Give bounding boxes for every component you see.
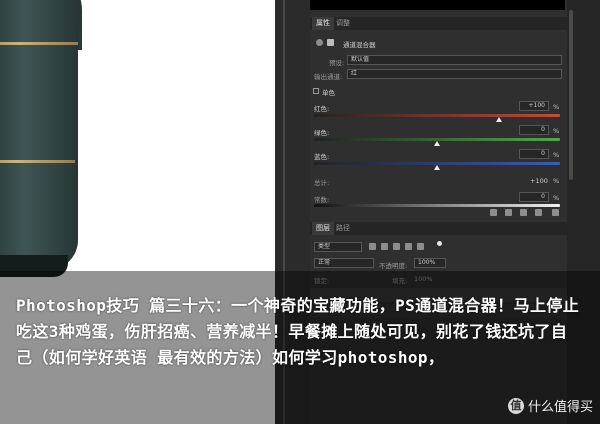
constant-label: 常数: [314, 196, 330, 204]
scrollbar-thumb[interactable] [569, 10, 573, 180]
monochrome-checkbox[interactable] [313, 88, 319, 94]
gold-trim-top [0, 42, 78, 45]
clip-to-layer-icon[interactable] [490, 209, 497, 216]
article-title-caption: Photoshop技巧 篇三十六：一个神奇的宝藏功能，PS通道混合器！马上停止吃… [16, 296, 580, 367]
red-label: 红色: [314, 105, 330, 113]
total-pct: % [553, 177, 560, 185]
watermark-text: 什么值得买 [528, 400, 594, 415]
output-channel-select[interactable]: 红 [347, 69, 562, 79]
red-slider-thumb[interactable] [496, 117, 502, 122]
green-value-field[interactable]: 0 [519, 125, 549, 135]
opacity-label: 不透明度: [379, 262, 408, 270]
preset-label: 预设: [329, 59, 345, 67]
opacity-field[interactable]: 100% [414, 258, 446, 268]
filter-toggle-icon[interactable] [437, 241, 442, 246]
blend-mode-select[interactable]: 正常 [314, 258, 374, 268]
output-channel-label: 输出通道: [314, 73, 343, 81]
gold-trim-bottom [0, 160, 75, 163]
red-pct: % [553, 103, 560, 111]
layer-filter-value: 类型 [318, 243, 331, 250]
canvas-top [310, 0, 565, 10]
adjustment-icon [316, 39, 323, 46]
blend-mode-value: 正常 [318, 259, 331, 266]
output-channel-value: 红 [351, 70, 358, 77]
preset-select[interactable]: 默认值 [347, 55, 562, 65]
reset-icon[interactable] [520, 209, 527, 216]
total-label: 总计: [314, 179, 330, 187]
filter-type-icon[interactable] [393, 243, 400, 250]
trash-icon[interactable] [552, 209, 559, 216]
blue-slider-thumb[interactable] [434, 165, 440, 170]
tab-properties[interactable]: 属性 [312, 17, 334, 30]
constant-value-field[interactable]: 0 [519, 192, 549, 202]
layer-filter-select[interactable]: 类型 [314, 242, 362, 252]
green-label: 绿色: [314, 129, 330, 137]
blue-value: 0 [541, 150, 545, 157]
constant-slider[interactable] [314, 204, 560, 207]
green-slider-thumb[interactable] [434, 141, 440, 146]
blue-pct: % [553, 151, 560, 159]
red-value-field[interactable]: +100 [519, 101, 549, 111]
constant-pct: % [553, 194, 560, 202]
preset-value: 默认值 [351, 56, 370, 63]
tab-adjustments[interactable]: 调整 [332, 17, 354, 30]
total-value: +100 [530, 177, 548, 185]
constant-value: 0 [541, 193, 545, 200]
blue-value-field[interactable]: 0 [519, 149, 549, 159]
red-slider[interactable] [314, 114, 560, 117]
filter-shape-icon[interactable] [405, 243, 412, 250]
filter-adjustment-icon[interactable] [381, 243, 388, 250]
opacity-value: 100% [418, 259, 436, 266]
tab-layers[interactable]: 图层 [312, 222, 334, 235]
filter-pixel-icon[interactable] [369, 243, 376, 250]
panel-title: 通道混合器 [343, 41, 376, 49]
mask-icon[interactable] [327, 39, 334, 46]
blue-label: 蓝色: [314, 153, 330, 161]
green-value: 0 [541, 126, 545, 133]
visibility-icon[interactable] [535, 209, 542, 216]
red-value: +100 [528, 102, 545, 109]
view-previous-icon[interactable] [505, 209, 512, 216]
monochrome-label: 单色 [322, 89, 335, 97]
filter-smart-object-icon[interactable] [417, 243, 424, 250]
watermark-logo-icon: 值 [508, 398, 524, 414]
fryer-body [0, 0, 78, 270]
tab-paths[interactable]: 路径 [332, 222, 354, 235]
green-pct: % [553, 127, 560, 135]
